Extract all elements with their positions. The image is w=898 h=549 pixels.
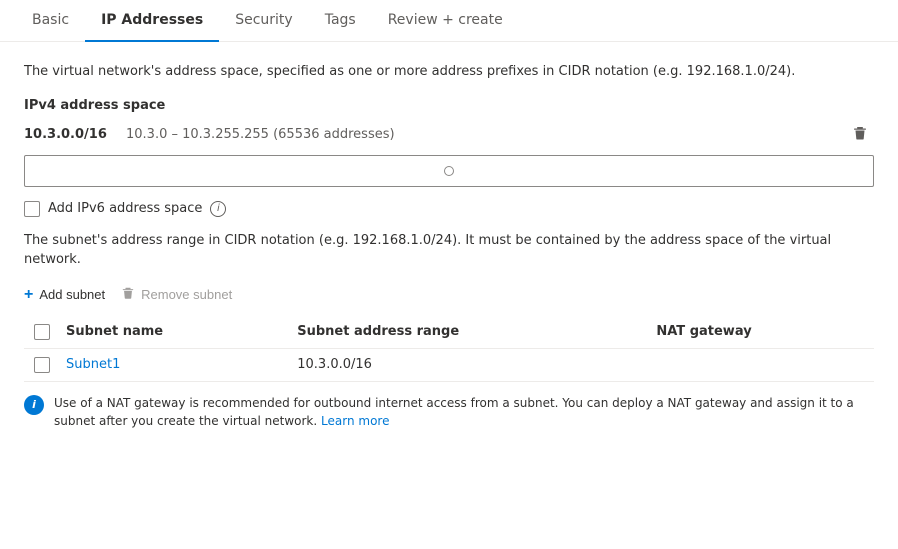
remove-subnet-label: Remove subnet: [141, 287, 232, 302]
main-content: The virtual network's address space, spe…: [0, 42, 898, 458]
remove-trash-icon: [121, 286, 135, 303]
slider-handle: [444, 166, 454, 176]
add-subnet-button[interactable]: + Add subnet: [24, 286, 105, 304]
subnet-actions: + Add subnet Remove subnet: [24, 286, 874, 304]
subnet-description: The subnet's address range in CIDR notat…: [24, 231, 874, 270]
remove-subnet-button[interactable]: Remove subnet: [121, 286, 232, 303]
col-subnet-address: Subnet address range: [287, 316, 646, 349]
ipv6-checkbox-label: Add IPv6 address space: [48, 201, 202, 216]
address-slider[interactable]: [24, 155, 874, 187]
learn-more-link[interactable]: Learn more: [321, 414, 389, 428]
info-banner: i Use of a NAT gateway is recommended fo…: [24, 386, 874, 438]
tab-basic[interactable]: Basic: [16, 0, 85, 42]
ipv6-checkbox[interactable]: [24, 201, 40, 217]
subnet-table: Subnet name Subnet address range NAT gat…: [24, 316, 874, 382]
delete-address-button[interactable]: [846, 123, 874, 147]
subnet-name-link[interactable]: Subnet1: [66, 357, 120, 372]
add-subnet-label: Add subnet: [39, 287, 105, 302]
table-row: Subnet1 10.3.0.0/16: [24, 348, 874, 381]
ipv6-info-icon[interactable]: i: [210, 201, 226, 217]
address-cidr: 10.3.0.0/16: [24, 127, 114, 142]
col-nat-gateway: NAT gateway: [646, 316, 874, 349]
address-row: 10.3.0.0/16 10.3.0 – 10.3.255.255 (65536…: [24, 123, 874, 147]
subnet-address-cell: 10.3.0.0/16: [287, 348, 646, 381]
plus-icon: +: [24, 286, 33, 304]
ipv6-checkbox-row: Add IPv6 address space i: [24, 201, 874, 217]
address-space-description: The virtual network's address space, spe…: [24, 62, 874, 82]
tab-bar: Basic IP Addresses Security Tags Review …: [0, 0, 898, 42]
row-checkbox[interactable]: [34, 357, 50, 373]
info-banner-text: Use of a NAT gateway is recommended for …: [54, 394, 874, 430]
tab-security[interactable]: Security: [219, 0, 309, 42]
tab-ip-addresses[interactable]: IP Addresses: [85, 0, 219, 42]
nat-gateway-cell: [646, 348, 874, 381]
info-circle-icon: i: [24, 395, 44, 415]
table-header-row: Subnet name Subnet address range NAT gat…: [24, 316, 874, 349]
tab-tags[interactable]: Tags: [309, 0, 372, 42]
row-checkbox-cell: [24, 348, 56, 381]
subnet-name-cell: Subnet1: [56, 348, 287, 381]
address-range: 10.3.0 – 10.3.255.255 (65536 addresses): [126, 127, 395, 142]
tab-review-create[interactable]: Review + create: [372, 0, 519, 42]
col-checkbox: [24, 316, 56, 349]
ipv4-section-label: IPv4 address space: [24, 98, 874, 113]
table-header-checkbox[interactable]: [34, 324, 50, 340]
col-subnet-name: Subnet name: [56, 316, 287, 349]
info-banner-message: Use of a NAT gateway is recommended for …: [54, 396, 854, 428]
